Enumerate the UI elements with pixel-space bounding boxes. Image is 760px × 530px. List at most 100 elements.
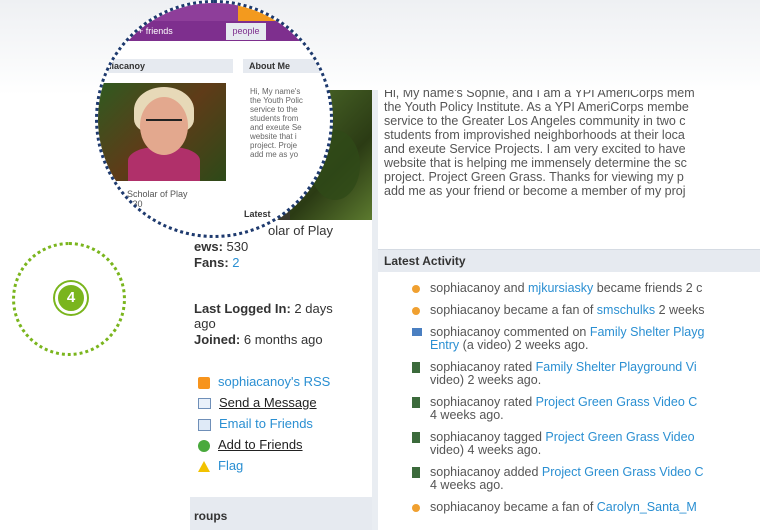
activity-text: sophiacanoy rated — [430, 360, 536, 374]
joined-value: 6 months ago — [243, 332, 323, 347]
zoom-nav-bar: y profile + friends people — [98, 21, 330, 41]
about-line: Hi, My name's Sophie, and I am a YPI Ame… — [384, 90, 695, 100]
activity-item: sophiacanoy commented on Family Shelter … — [412, 326, 760, 352]
flag-row[interactable]: Flag — [198, 458, 243, 473]
last-logged-value-2: ago — [194, 316, 216, 331]
zoom-about-bar: About Me — [243, 59, 330, 73]
activity-text: sophiacanoy added — [430, 465, 542, 479]
latest-activity-header: Latest Activity — [378, 249, 760, 272]
video-icon — [412, 432, 420, 443]
activity-text: 4 weeks ago. — [430, 478, 504, 492]
email-friends-icon — [198, 418, 211, 431]
zoom-name: hiacanoy — [106, 61, 146, 71]
activity-text: sophiacanoy commented on — [430, 325, 590, 339]
activity-link[interactable]: Entry — [430, 338, 459, 352]
activity-text: sophiacanoy and — [430, 281, 528, 295]
zoom-tab-people[interactable]: people — [226, 23, 266, 40]
zoom-name-bar: hiacanoy — [98, 59, 233, 73]
about-line: add me as your friend or become a member… — [384, 184, 686, 198]
comment-icon — [412, 328, 422, 336]
zoom-callout: y profile + friends people hiacanoy Abou… — [95, 0, 333, 238]
activity-item: sophiacanoy rated Family Shelter Playgro… — [412, 361, 760, 387]
about-line: website that is helping me immensely det… — [384, 156, 687, 170]
video-icon — [412, 467, 420, 478]
email-friends-link[interactable]: Email to Friends — [219, 416, 313, 431]
activity-text: sophiacanoy rated — [430, 395, 536, 409]
fans-row: Fans: 2 — [194, 255, 240, 270]
views-label: ews: — [194, 239, 223, 254]
send-message-link[interactable]: Send a Message — [219, 395, 317, 410]
activity-link[interactable]: Carolyn_Santa_M — [597, 500, 697, 514]
step-number-badge: 4 — [55, 282, 87, 314]
joined-row: Joined: 6 months ago — [194, 332, 323, 347]
rss-link[interactable]: sophiacanoy's RSS — [218, 374, 330, 389]
activity-text: 4 weeks ago. — [430, 408, 504, 422]
latest-activity-title: Latest Activity — [384, 254, 466, 268]
about-me-text: Hi, My name's Sophie, and I am a YPI Ame… — [384, 90, 760, 198]
zoom-about-line: the Youth Polic — [250, 96, 303, 105]
fans-label: Fans: — [194, 255, 229, 270]
activity-item: sophiacanoy became a fan of Carolyn_Sant… — [412, 501, 760, 514]
activity-item: sophiacanoy tagged Project Green Grass V… — [412, 431, 760, 457]
fans-link[interactable]: 2 — [232, 255, 239, 270]
rss-link-row[interactable]: sophiacanoy's RSS — [198, 374, 330, 389]
add-friends-link[interactable]: Add to Friends — [218, 437, 303, 452]
zoom-about-line: service to the — [250, 105, 298, 114]
activity-link[interactable]: mjkursiasky — [528, 281, 593, 295]
envelope-icon — [198, 398, 211, 410]
about-line: students from improvished neighborhoods … — [384, 128, 685, 142]
zoom-caption: ic Scholar of Play s: 530 — [118, 189, 188, 209]
activity-text: sophiacanoy became a fan of — [430, 303, 597, 317]
video-icon — [412, 397, 420, 408]
send-message-row[interactable]: Send a Message — [198, 395, 317, 410]
zoom-tab-profile[interactable]: y profile + friends — [104, 26, 173, 36]
friend-icon — [412, 285, 420, 293]
video-icon — [412, 362, 420, 373]
zoom-about-line: and exeute Se — [250, 123, 302, 132]
zoom-about-title: About Me — [249, 61, 290, 71]
activity-item: sophiacanoy rated Project Green Grass Vi… — [412, 396, 760, 422]
activity-link[interactable]: Family Shelter Playg — [590, 325, 705, 339]
about-line: project. Project Green Grass. Thanks for… — [384, 170, 684, 184]
zoom-caption-line: s: 530 — [118, 199, 143, 209]
flag-link[interactable]: Flag — [218, 458, 243, 473]
zoom-about-line: website that i — [250, 132, 297, 141]
activity-link[interactable]: smschulks — [597, 303, 655, 317]
zoom-about-line: project. Proje — [250, 141, 298, 150]
activity-link[interactable]: Project Green Grass Video C — [542, 465, 704, 479]
zoom-tab-bar — [98, 3, 238, 21]
activity-text: video) 4 weeks ago. — [430, 443, 542, 457]
activity-item: sophiacanoy became a fan of smschulks 2 … — [412, 304, 760, 317]
activity-text: (a video) 2 weeks ago. — [459, 338, 589, 352]
activity-link[interactable]: Project Green Grass Video — [545, 430, 694, 444]
about-line: the Youth Policy Institute. As a YPI Ame… — [384, 100, 689, 114]
zoom-about-line: add me as yo — [250, 150, 299, 159]
zoom-caption-line: ic Scholar of Play — [118, 189, 188, 199]
views-value: 530 — [226, 239, 249, 254]
zoom-profile-photo — [98, 83, 226, 181]
last-logged-label: Last Logged In: — [194, 301, 291, 316]
views-row: ews: 530 — [194, 239, 248, 254]
joined-label: Joined: — [194, 332, 241, 347]
activity-text: sophiacanoy tagged — [430, 430, 546, 444]
zoom-about-line: students from — [250, 114, 299, 123]
warning-icon — [198, 461, 210, 473]
rss-icon — [198, 376, 210, 389]
last-logged-row: Last Logged In: 2 days ago — [194, 301, 333, 331]
activity-link[interactable]: Project Green Grass Video C — [536, 395, 698, 409]
activity-text: became friends 2 c — [593, 281, 703, 295]
activity-item: sophiacanoy and mjkursiasky became frien… — [412, 282, 760, 295]
activity-link[interactable]: Family Shelter Playground Vi — [536, 360, 697, 374]
about-line: and exeute Service Projects. I am very e… — [384, 142, 686, 156]
zoom-tab-highlight — [238, 3, 308, 21]
last-logged-value: 2 days — [294, 301, 333, 316]
email-friends-row[interactable]: Email to Friends — [198, 416, 313, 431]
activity-text: video) 2 weeks ago. — [430, 373, 542, 387]
add-friends-row[interactable]: Add to Friends — [198, 437, 303, 452]
zoom-about-line: Hi, My name's — [250, 87, 301, 96]
activity-text: 2 weeks — [655, 303, 705, 317]
activity-item: sophiacanoy added Project Green Grass Vi… — [412, 466, 760, 492]
fan-icon — [412, 504, 420, 512]
activity-text: sophiacanoy became a fan of — [430, 500, 597, 514]
add-friend-icon — [198, 439, 210, 452]
